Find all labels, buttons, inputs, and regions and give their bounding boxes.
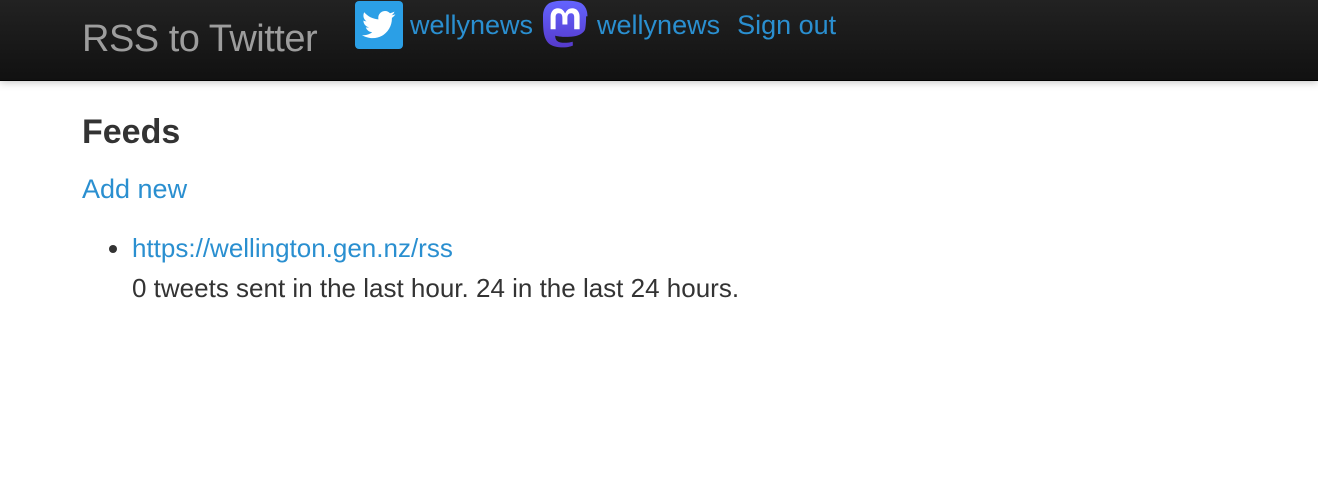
- brand-link[interactable]: RSS to Twitter: [82, 18, 318, 61]
- feed-stats: 0 tweets sent in the last hour. 24 in th…: [132, 273, 740, 303]
- feed-list: https://wellington.gen.nz/rss 0 tweets s…: [82, 228, 1232, 308]
- add-new-feed-link[interactable]: Add new: [82, 172, 187, 206]
- account-links: wellynews wellynews Sign out: [355, 0, 836, 50]
- feed-url-link[interactable]: https://wellington.gen.nz/rss: [132, 233, 453, 263]
- twitter-account-link[interactable]: wellynews: [410, 10, 533, 41]
- page-title: Feeds: [82, 113, 181, 151]
- sign-out-link[interactable]: Sign out: [737, 10, 836, 41]
- list-item: https://wellington.gen.nz/rss 0 tweets s…: [132, 228, 1232, 308]
- main-content: Feeds Add new https://wellington.gen.nz/…: [82, 108, 1232, 308]
- twitter-bird-icon: [355, 1, 403, 49]
- mastodon-account-link[interactable]: wellynews: [597, 10, 720, 41]
- navbar: RSS to Twitter wellynews wellynews Sign …: [0, 0, 1318, 81]
- mastodon-icon: [542, 0, 590, 49]
